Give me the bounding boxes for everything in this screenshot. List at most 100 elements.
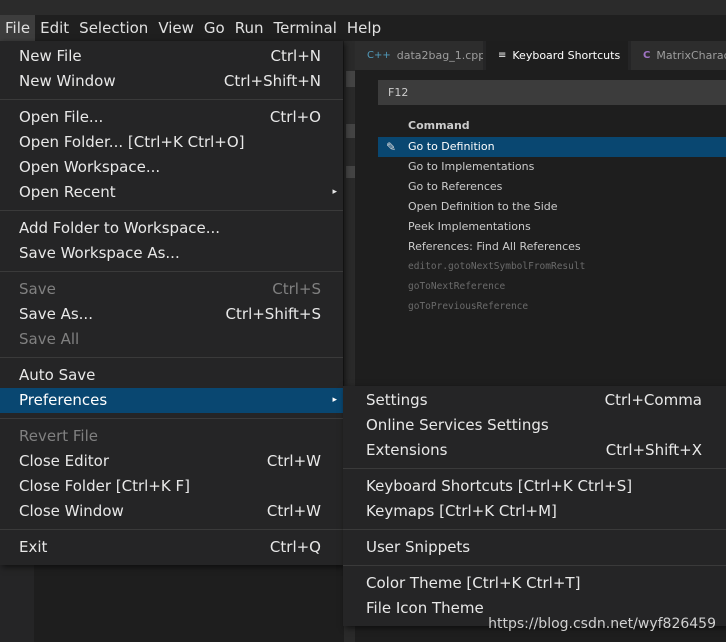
command-label: Open Definition to the Side [408, 200, 558, 213]
table-row[interactable]: Open Definition to the Side [378, 197, 726, 217]
command-label: Go to References [408, 180, 503, 193]
menu-item-new-window[interactable]: New Window Ctrl+Shift+N [0, 69, 343, 94]
tab-label: MatrixCharacteristics [656, 49, 726, 62]
shortcut-label: Ctrl+S [272, 280, 321, 298]
tab-keyboard-shortcuts[interactable]: ≡ Keyboard Shortcuts × [486, 41, 628, 70]
menu-separator [0, 94, 343, 105]
menu-item-label: Color Theme [Ctrl+K Ctrl+T] [366, 574, 581, 592]
menu-file[interactable]: File [0, 15, 36, 41]
menu-separator [343, 524, 726, 535]
menu-separator [0, 524, 343, 535]
command-label: Peek Implementations [408, 220, 531, 233]
menu-item-label: Online Services Settings [366, 416, 549, 434]
menu-item-label: Open File... [19, 108, 104, 126]
menu-item-open-workspace[interactable]: Open Workspace... [0, 155, 343, 180]
menu-item-label: Keymaps [Ctrl+K Ctrl+M] [366, 502, 557, 520]
submenu-arrow-icon: ▸ [332, 395, 337, 405]
keybindings-table: Command ✎ Go to Definition Go to Impleme… [378, 115, 726, 317]
menu-item-settings[interactable]: Settings Ctrl+Comma [343, 388, 726, 413]
menu-item-revert-file: Revert File [0, 424, 343, 449]
menu-item-close-window[interactable]: Close Window Ctrl+W [0, 499, 343, 524]
menu-item-keymaps[interactable]: Keymaps [Ctrl+K Ctrl+M] [343, 499, 726, 524]
keybinding-search-input[interactable]: F12 [378, 80, 726, 105]
menu-item-auto-save[interactable]: Auto Save [0, 363, 343, 388]
tab-data2bag[interactable]: C++ data2bag_1.cpp [355, 41, 483, 70]
menu-view[interactable]: View [153, 15, 199, 41]
shortcut-label: Ctrl+Shift+N [223, 72, 321, 90]
menu-selection[interactable]: Selection [74, 15, 153, 41]
menu-item-label: Auto Save [19, 366, 96, 384]
menu-separator [343, 560, 726, 571]
menu-item-label: Save As... [19, 305, 93, 323]
menu-item-exit[interactable]: Exit Ctrl+Q [0, 535, 343, 560]
table-row[interactable]: Go to Implementations [378, 157, 726, 177]
menu-item-label: Settings [366, 391, 428, 409]
menu-edit[interactable]: Edit [35, 15, 74, 41]
menu-item-keyboard-shortcuts[interactable]: Keyboard Shortcuts [Ctrl+K Ctrl+S] [343, 474, 726, 499]
menu-item-label: New File [19, 47, 82, 65]
command-id: editor.gotoNextSymbolFromResult [408, 261, 586, 272]
tab-matrix-characteristics[interactable]: C MatrixCharacteristics [631, 41, 726, 70]
file-menu-dropdown: New File Ctrl+N New Window Ctrl+Shift+N Op… [0, 41, 343, 565]
table-row[interactable]: ✎ Go to Definition [378, 137, 726, 157]
menu-item-add-folder-to-workspace[interactable]: Add Folder to Workspace... [0, 216, 343, 241]
menu-terminal[interactable]: Terminal [269, 15, 342, 41]
menu-item-new-file[interactable]: New File Ctrl+N [0, 44, 343, 69]
menu-run[interactable]: Run [230, 15, 269, 41]
menu-separator [0, 266, 343, 277]
menu-item-label: Open Workspace... [19, 158, 161, 176]
menu-item-label: Close Editor [19, 452, 110, 470]
menu-item-label: Save All [19, 330, 80, 348]
table-row[interactable]: goToNextReference [378, 277, 726, 297]
editor-tab-bar: C++ data2bag_1.cpp ≡ Keyboard Shortcuts … [355, 41, 726, 70]
menu-bar: File Edit Selection View Go Run Terminal… [0, 15, 726, 41]
menu-item-open-recent[interactable]: Open Recent ▸ [0, 180, 343, 205]
tab-label: data2bag_1.cpp [396, 49, 483, 62]
menu-item-open-folder[interactable]: Open Folder... [Ctrl+K Ctrl+O] [0, 130, 343, 155]
menu-item-label: File Icon Theme [366, 599, 484, 617]
command-id: goToPreviousReference [408, 301, 529, 312]
edit-pencil-icon[interactable]: ✎ [386, 137, 396, 157]
shortcut-label: Ctrl+W [266, 502, 321, 520]
column-header-command: Command [408, 119, 470, 132]
table-row[interactable]: goToPreviousReference [378, 297, 726, 317]
table-row[interactable]: References: Find All References [378, 237, 726, 257]
menu-item-extensions[interactable]: Extensions Ctrl+Shift+X [343, 438, 726, 463]
menu-item-label: Add Folder to Workspace... [19, 219, 221, 237]
menu-separator [0, 205, 343, 216]
table-row[interactable]: editor.gotoNextSymbolFromResult [378, 257, 726, 277]
shortcut-label: Ctrl+Shift+X [605, 441, 702, 459]
menu-item-label: User Snippets [366, 538, 471, 556]
table-row[interactable]: Peek Implementations [378, 217, 726, 237]
preferences-submenu: Settings Ctrl+Comma Online Services Setti… [343, 386, 726, 626]
shortcut-label: Ctrl+N [270, 47, 321, 65]
scroll-mark [346, 124, 355, 138]
menu-item-color-theme[interactable]: Color Theme [Ctrl+K Ctrl+T] [343, 571, 726, 596]
menu-item-close-editor[interactable]: Close Editor Ctrl+W [0, 449, 343, 474]
menu-item-preferences[interactable]: Preferences ▸ [0, 388, 343, 413]
menu-item-close-folder[interactable]: Close Folder [Ctrl+K F] [0, 474, 343, 499]
window-title-strip [0, 0, 726, 15]
command-label: Go to Implementations [408, 160, 535, 173]
scroll-mark [346, 166, 355, 178]
shortcut-label: Ctrl+O [269, 108, 321, 126]
menu-item-save-as[interactable]: Save As... Ctrl+Shift+S [0, 302, 343, 327]
command-label: References: Find All References [408, 240, 581, 253]
menu-item-label: Save Workspace As... [19, 244, 180, 262]
command-label: Go to Definition [408, 140, 495, 153]
table-row[interactable]: Go to References [378, 177, 726, 197]
menu-item-user-snippets[interactable]: User Snippets [343, 535, 726, 560]
menu-item-open-file[interactable]: Open File... Ctrl+O [0, 105, 343, 130]
menu-item-online-services-settings[interactable]: Online Services Settings [343, 413, 726, 438]
menu-item-label: Revert File [19, 427, 98, 445]
shortcut-label: Ctrl+Comma [604, 391, 702, 409]
shortcut-label: Ctrl+Q [269, 538, 321, 556]
menu-item-label: Preferences [19, 391, 108, 409]
menu-item-save: Save Ctrl+S [0, 277, 343, 302]
shortcut-label: Ctrl+W [266, 452, 321, 470]
menu-go[interactable]: Go [199, 15, 230, 41]
menu-item-label: Open Folder... [Ctrl+K Ctrl+O] [19, 133, 245, 151]
menu-item-save-workspace-as[interactable]: Save Workspace As... [0, 241, 343, 266]
menu-help[interactable]: Help [342, 15, 386, 41]
c-file-icon: C [643, 50, 651, 61]
